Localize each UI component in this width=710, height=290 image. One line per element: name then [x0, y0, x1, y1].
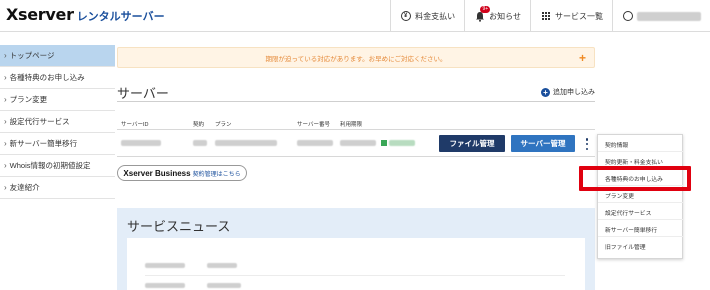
news-divider [145, 275, 565, 276]
add-application-label: 追加申し込み [553, 89, 595, 96]
chevron-right-icon: › [4, 161, 7, 170]
sidebar-item-label: 設定代行サービス [9, 117, 70, 126]
sidebar-item-plan-change[interactable]: › プラン変更 [0, 89, 115, 111]
sidebar-item-label: トップページ [9, 51, 55, 60]
coin-yen-icon: ¥ [400, 11, 411, 22]
sidebar-item-referral[interactable]: › 友達紹介 [0, 177, 115, 199]
plus-circle-icon: + [541, 87, 550, 97]
notification-badge: 9+ [480, 5, 491, 13]
sidebar-item-label: プラン変更 [9, 95, 48, 104]
add-application-link[interactable]: + 追加申し込み [541, 87, 595, 97]
server-id-redacted [121, 140, 161, 146]
server-options-dropdown: 契約情報 契約更新・料金支払い 各種特典のお申し込み プラン変更 設定代行サービ… [597, 134, 684, 259]
sidebar-item-setup-service[interactable]: › 設定代行サービス [0, 111, 115, 133]
server-number-redacted [297, 140, 333, 146]
menu-item-setup-service[interactable]: 設定代行サービス [598, 205, 684, 220]
sidebar-item-label: 各種特典のお申し込み [9, 73, 85, 82]
notice-text: 期限が迫っている対応があります。お早めにご対応ください。 [265, 55, 447, 63]
file-manager-button[interactable]: ファイル管理 [439, 135, 505, 152]
sidebar-item-benefits[interactable]: › 各種特典のお申し込み [0, 67, 115, 89]
business-brand: Xserver Business [123, 168, 191, 178]
server-manager-button[interactable]: サーバー管理 [511, 135, 575, 152]
logo-subtitle: レンタルサーバー [76, 11, 165, 23]
news-item-redacted[interactable] [207, 263, 237, 268]
column-server-number: サーバー番号 [297, 122, 330, 128]
expand-plus-icon[interactable]: + [579, 51, 586, 65]
more-options-icon[interactable] [582, 136, 592, 152]
news-item-redacted[interactable] [207, 283, 241, 288]
table-divider [117, 156, 595, 157]
chevron-right-icon: › [4, 117, 7, 126]
nav-payment-label: 料金支払い [415, 11, 456, 21]
sidebar-item-label: 新サーバー簡単移行 [9, 139, 78, 148]
sidebar-item-top[interactable]: › トップページ [0, 45, 115, 67]
logo-wordmark: Xserver [6, 5, 74, 24]
nav-payment[interactable]: ¥ 料金支払い [390, 0, 464, 32]
top-header: Xserver レンタルサーバー ¥ 料金支払い 9+ お知らせ サービス一覧 … [0, 0, 710, 32]
deadline-notice[interactable]: 期限が迫っている対応があります。お早めにご対応ください。 + [117, 47, 595, 68]
table-divider [117, 129, 595, 130]
chevron-right-icon: › [4, 51, 7, 60]
sidebar-item-label: 友達紹介 [9, 183, 40, 192]
sidebar-item-whois[interactable]: › Whois情報の初期値設定 [0, 155, 115, 177]
news-title: サービスニュース [127, 219, 231, 234]
bell-icon: 9+ [474, 5, 491, 22]
menu-item-old-file-manager[interactable]: 旧ファイル管理 [598, 239, 684, 254]
expiry-redacted [340, 140, 376, 146]
menu-item-migration[interactable]: 新サーバー簡単移行 [598, 222, 684, 237]
nav-services[interactable]: サービス一覧 [530, 0, 612, 32]
column-contract: 契約 [193, 122, 205, 128]
xserver-business-button[interactable]: Xserver Business 契約管理はこちら [117, 165, 247, 181]
nav-notifications-label: お知らせ [489, 11, 521, 21]
server-section-title: サーバー [117, 86, 169, 101]
section-divider [117, 101, 595, 102]
business-link-label: 契約管理はこちら [192, 171, 241, 178]
column-server-id: サーバーID [121, 122, 149, 128]
user-name-redacted: xxxxxxxxxxxxxxxx [637, 11, 701, 21]
xserver-logo[interactable]: Xserver レンタルサーバー [6, 5, 165, 24]
plan-redacted [215, 140, 277, 146]
news-list [127, 238, 585, 290]
header-nav: ¥ 料金支払い 9+ お知らせ サービス一覧 xxxxxxxxxxxxxxxx [390, 0, 710, 32]
sidebar: › トップページ › 各種特典のお申し込み › プラン変更 › 設定代行サービス › 新サ… [0, 45, 115, 199]
status-text-redacted [389, 140, 415, 146]
chevron-right-icon: › [4, 73, 7, 82]
nav-user-menu[interactable]: xxxxxxxxxxxxxxxx [612, 0, 710, 32]
chevron-right-icon: › [4, 139, 7, 148]
sidebar-item-migration[interactable]: › 新サーバー簡単移行 [0, 133, 115, 155]
chevron-right-icon: › [4, 183, 7, 192]
nav-services-label: サービス一覧 [555, 11, 603, 21]
nav-notifications[interactable]: 9+ お知らせ [464, 0, 530, 32]
status-badge [381, 140, 387, 146]
service-news-panel: サービスニュース [117, 208, 595, 290]
news-date-redacted [145, 283, 185, 288]
user-icon [622, 11, 633, 22]
grid-icon [540, 11, 551, 22]
column-expiry: 利用期限 [340, 122, 363, 128]
highlight-annotation-box [579, 166, 691, 191]
chevron-right-icon: › [4, 95, 7, 104]
menu-item-contract-info[interactable]: 契約情報 [598, 137, 684, 152]
contract-redacted [193, 140, 207, 146]
sidebar-item-label: Whois情報の初期値設定 [9, 161, 91, 170]
column-plan: プラン [215, 122, 232, 128]
news-date-redacted [145, 263, 185, 268]
